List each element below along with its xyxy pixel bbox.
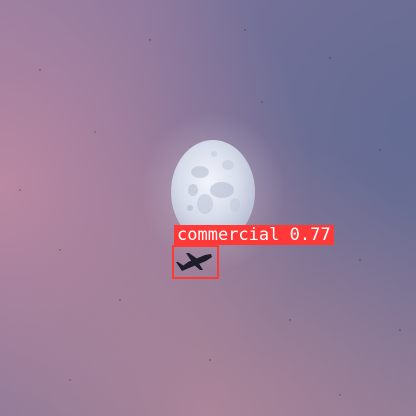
detection-box — [172, 245, 219, 279]
night-sky-photo — [0, 0, 416, 416]
photo-frame: commercial 0.77 — [0, 0, 416, 416]
detection-class: commercial — [177, 225, 280, 245]
detection-confidence: 0.77 — [289, 225, 331, 245]
detection-label: commercial 0.77 — [174, 225, 334, 245]
